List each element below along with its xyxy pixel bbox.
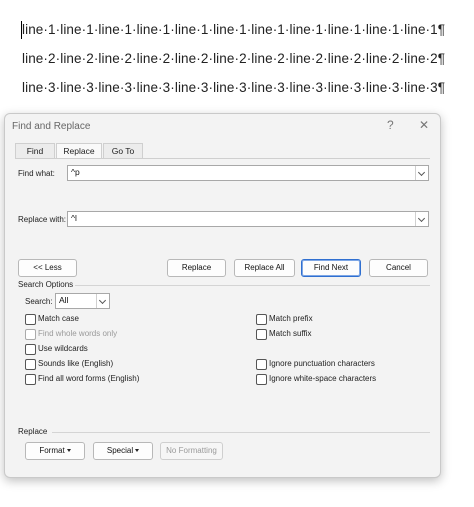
sounds-like-checkbox[interactable] [25,359,36,370]
ignore-punctuation-label: Ignore punctuation characters [269,359,375,368]
special-button-label: Special [106,446,134,455]
find-what-value: ^p [71,167,80,177]
match-prefix-checkbox[interactable] [256,314,267,325]
match-case-label: Match case [38,314,79,323]
tab-find[interactable]: Find [15,143,55,159]
match-suffix-checkbox[interactable] [256,329,267,340]
tab-goto[interactable]: Go To [103,143,143,159]
special-button[interactable]: Special [93,442,153,460]
close-button[interactable]: ✕ [419,118,429,132]
document-line-2: line·2·line·2·line·2·line·2·line·2·line·… [22,51,446,66]
match-case-checkbox[interactable] [25,314,36,325]
tab-replace[interactable]: Replace [56,143,102,159]
replace-section-heading: Replace [18,427,48,436]
whole-words-label: Find whole words only [38,329,118,338]
ignore-whitespace-label: Ignore white-space characters [269,374,377,383]
word-forms-checkbox[interactable] [25,374,36,385]
replace-with-label: Replace with: [18,215,67,224]
chevron-down-icon[interactable] [415,166,428,180]
dropdown-arrow-icon [135,449,140,453]
search-direction-select[interactable]: All [55,293,110,309]
find-replace-dialog: Find and Replace ? ✕ Find Replace Go To … [4,113,441,478]
wildcards-checkbox[interactable] [25,344,36,355]
find-what-label: Find what: [18,169,55,178]
replace-with-value: ^l [71,213,77,223]
cancel-button[interactable]: Cancel [369,259,428,277]
whole-words-checkbox[interactable] [25,329,36,340]
find-next-button[interactable]: Find Next [301,259,361,277]
search-direction-value: All [59,295,69,305]
search-options-divider [75,285,430,286]
tab-divider [15,158,430,159]
no-formatting-button[interactable]: No Formatting [160,442,223,460]
format-button[interactable]: Format [25,442,85,460]
wildcards-label: Use wildcards [38,344,88,353]
dialog-title: Find and Replace [12,121,91,132]
search-direction-label: Search: [25,297,53,306]
document-line-3: line·3·line·3·line·3·line·3·line·3·line·… [22,80,446,95]
help-button[interactable]: ? [387,118,394,132]
dropdown-arrow-icon [66,449,71,453]
replace-with-input[interactable]: ^l [67,211,429,227]
replace-all-button[interactable]: Replace All [234,259,295,277]
ignore-whitespace-checkbox[interactable] [256,374,267,385]
sounds-like-label: Sounds like (English) [38,359,114,368]
replace-section-divider [52,432,430,433]
ignore-punctuation-checkbox[interactable] [256,359,267,370]
word-forms-label: Find all word forms (English) [38,374,140,383]
document-line-1: line·1·line·1·line·1·line·1·line·1·line·… [22,22,446,37]
match-suffix-label: Match suffix [269,329,312,338]
match-prefix-label: Match prefix [269,314,313,323]
less-button[interactable]: << Less [18,259,77,277]
format-button-label: Format [39,446,65,455]
replace-button[interactable]: Replace [167,259,226,277]
search-options-heading: Search Options [18,280,74,289]
chevron-down-icon[interactable] [415,212,428,226]
chevron-down-icon[interactable] [96,294,109,308]
find-what-input[interactable]: ^p [67,165,429,181]
